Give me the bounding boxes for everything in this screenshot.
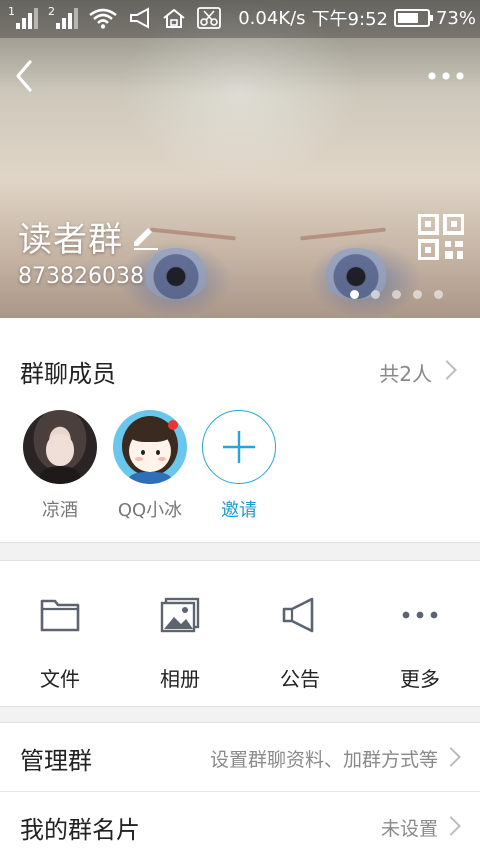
member-item[interactable]: 凉酒 <box>22 410 98 522</box>
member-count-link[interactable]: 共2人 <box>379 358 432 387</box>
wifi-icon <box>89 8 117 29</box>
member-name: 凉酒 <box>42 500 78 521</box>
chevron-right-icon <box>441 747 461 767</box>
avatar <box>113 410 187 484</box>
action-label: 相册 <box>160 667 200 691</box>
row-title: 我的群名片 <box>20 816 140 844</box>
group-members-section: 群聊成员 共2人 凉酒 QQ小冰 邀请 <box>0 318 480 543</box>
manage-group-row[interactable]: 管理群 设置群聊资料、加群方式等 <box>0 723 480 791</box>
sim1-label: 1 <box>8 5 15 18</box>
megaphone-icon <box>282 597 314 633</box>
battery-icon <box>393 9 433 27</box>
invite-label: 邀请 <box>221 500 257 521</box>
sim2-label: 2 <box>48 5 55 18</box>
row-title: 管理群 <box>20 747 92 775</box>
group-actions-bar: 文件 相册 公告 更多 <box>0 560 480 707</box>
member-name: QQ小冰 <box>117 500 183 521</box>
folder-icon <box>40 599 80 632</box>
my-group-card-row[interactable]: 我的群名片 未设置 <box>0 791 480 860</box>
signal-sim2-icon: 2 <box>48 5 78 29</box>
action-label: 更多 <box>400 667 440 691</box>
carousel-dots <box>350 290 443 299</box>
more-options-icon[interactable] <box>422 58 470 94</box>
announcement-button[interactable]: 公告 <box>240 561 360 706</box>
chevron-right-icon <box>441 816 461 836</box>
more-dots-icon <box>402 611 438 619</box>
clock: 下午9:52 <box>311 9 388 30</box>
home-icon <box>163 8 185 28</box>
settings-list: 管理群 设置群聊资料、加群方式等 我的群名片 未设置 <box>0 722 480 860</box>
battery-percent: 73% <box>435 7 476 29</box>
group-cover-header: 1 2 0.04K/s 下午9:52 73% 读者群 873826038 <box>0 0 480 318</box>
back-arrow-icon[interactable] <box>8 54 44 98</box>
scissors-icon <box>197 7 221 29</box>
album-icon <box>160 597 200 633</box>
qr-code-icon[interactable] <box>418 214 464 260</box>
group-name: 读者群 <box>18 220 123 260</box>
avatar <box>23 410 97 484</box>
action-label: 公告 <box>280 667 320 691</box>
row-value: 未设置 <box>380 818 438 840</box>
carousel-dot <box>371 290 380 299</box>
files-button[interactable]: 文件 <box>0 561 120 706</box>
action-label: 文件 <box>40 667 80 691</box>
carousel-dot <box>413 290 422 299</box>
carousel-dot <box>392 290 401 299</box>
edit-pencil-icon[interactable] <box>130 222 160 250</box>
status-bar: 1 2 0.04K/s 下午9:52 73% <box>0 0 480 38</box>
row-value: 设置群聊资料、加群方式等 <box>209 749 438 771</box>
signal-sim1-icon: 1 <box>8 5 38 29</box>
add-plus-icon <box>202 410 276 484</box>
member-item[interactable]: QQ小冰 <box>112 410 188 522</box>
group-number: 873826038 <box>18 264 144 289</box>
network-speed: 0.04K/s <box>238 7 306 29</box>
album-button[interactable]: 相册 <box>120 561 240 706</box>
chevron-right-icon <box>437 360 457 380</box>
carousel-dot <box>434 290 443 299</box>
carousel-dot <box>350 290 359 299</box>
more-button[interactable]: 更多 <box>360 561 480 706</box>
invite-button[interactable]: 邀请 <box>201 410 277 522</box>
members-title: 群聊成员 <box>20 360 116 388</box>
volume-icon <box>130 7 149 29</box>
